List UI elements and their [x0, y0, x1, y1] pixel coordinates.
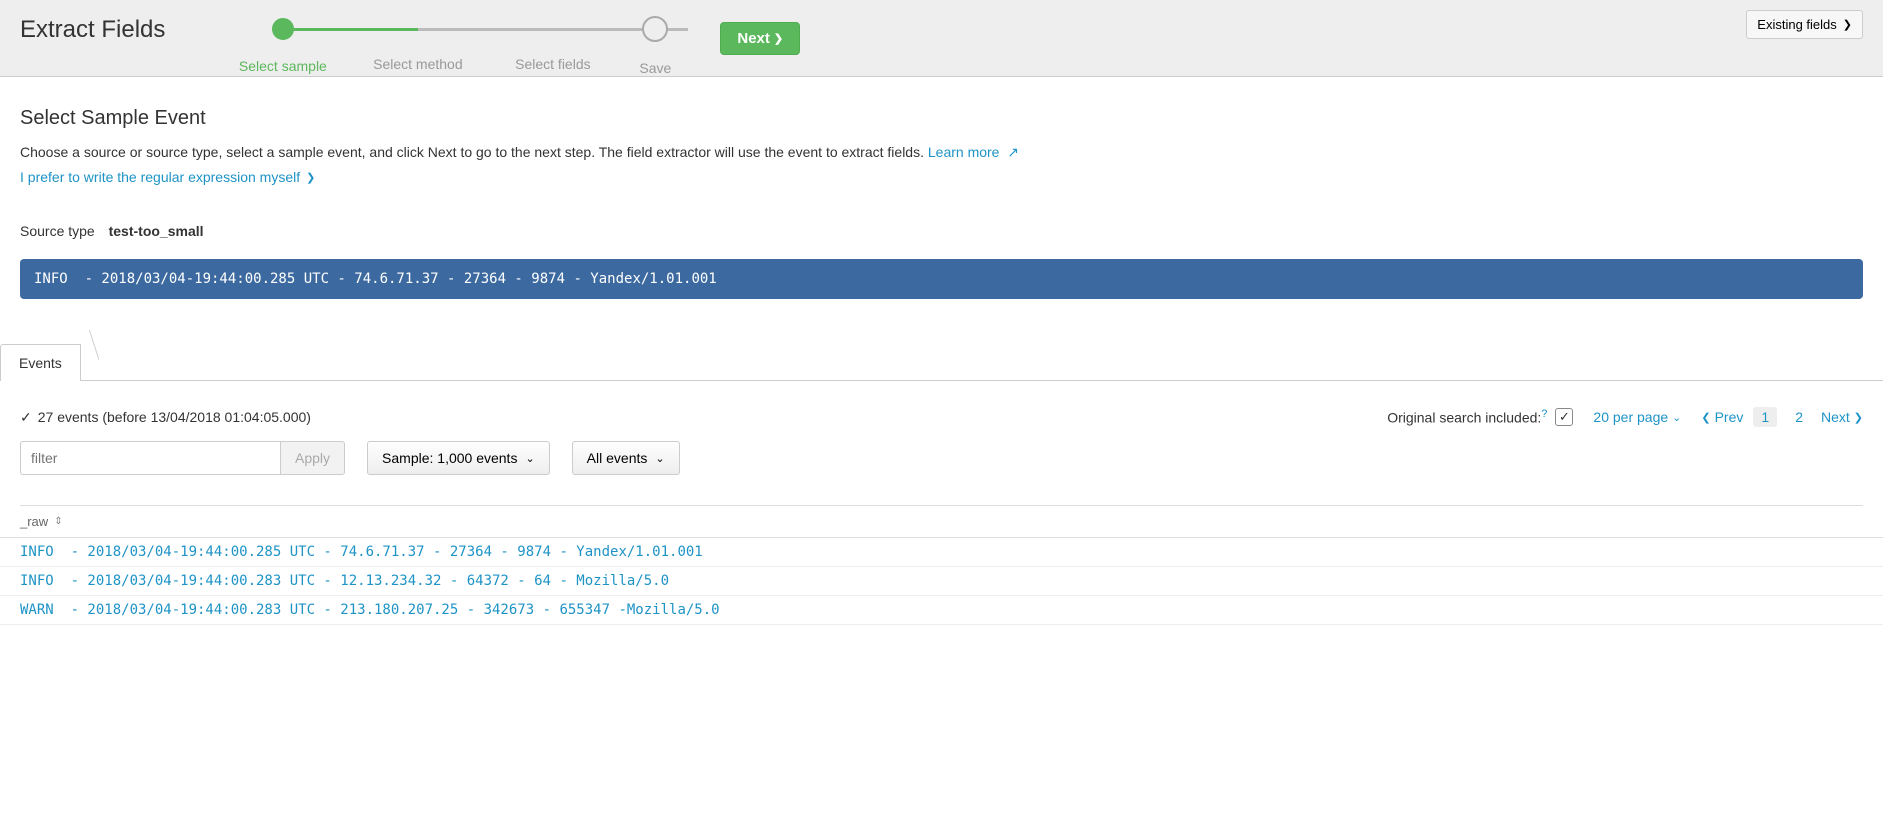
per-page-dropdown[interactable]: 20 per page ⌄: [1593, 409, 1681, 425]
wizard-label: Select fields: [515, 56, 590, 72]
intro-text: Choose a source or source type, select a…: [20, 144, 1863, 161]
source-type-label: Source type: [20, 223, 95, 239]
main-content: Select Sample Event Choose a source or s…: [0, 77, 1883, 381]
wizard-label: Save: [639, 60, 671, 76]
original-search-label: Original search included:?: [1387, 408, 1547, 426]
header-bar: Extract Fields Select sample Select meth…: [0, 0, 1883, 77]
tab-decoration: [81, 330, 99, 368]
chevron-right-icon: ❯: [1854, 411, 1863, 424]
selected-sample-event[interactable]: INFO - 2018/03/04-19:44:00.285 UTC - 74.…: [20, 259, 1863, 299]
help-icon[interactable]: ?: [1541, 408, 1547, 420]
chevron-down-icon: ⌄: [525, 452, 534, 465]
table-row[interactable]: WARN - 2018/03/04-19:44:00.283 UTC - 213…: [0, 596, 1883, 625]
events-top-bar: 27 events (before 13/04/2018 01:04:05.00…: [20, 407, 1863, 427]
chevron-down-icon: ⌄: [655, 452, 664, 465]
checkmark-icon: [20, 409, 32, 426]
pager-page-1[interactable]: 1: [1753, 407, 1777, 427]
tabs: Events: [0, 329, 1883, 381]
page-title: Extract Fields: [20, 10, 165, 64]
source-type-value: test-too_small: [109, 223, 204, 239]
existing-fields-label: Existing fields: [1757, 17, 1836, 32]
all-events-dropdown[interactable]: All events ⌄: [572, 441, 680, 475]
chevron-right-icon: ❯: [774, 32, 783, 45]
events-right-controls: Original search included:? ✓ 20 per page…: [1387, 407, 1863, 427]
sample-dropdown[interactable]: Sample: 1,000 events ⌄: [367, 441, 550, 475]
original-search-group: Original search included:? ✓: [1387, 408, 1573, 426]
events-count: 27 events (before 13/04/2018 01:04:05.00…: [20, 409, 311, 426]
chevron-down-icon: ⌄: [1672, 411, 1681, 424]
apply-button[interactable]: Apply: [280, 441, 345, 475]
sort-icon: ⇕: [54, 516, 62, 527]
filter-input[interactable]: [20, 441, 280, 475]
column-header-raw[interactable]: _raw ⇕: [0, 506, 1883, 538]
pager-next[interactable]: Next ❯: [1821, 409, 1863, 425]
filter-row: Apply Sample: 1,000 events ⌄ All events …: [20, 441, 1863, 475]
chevron-left-icon: ❮: [1701, 411, 1710, 424]
external-link-icon: ↗: [1003, 144, 1019, 160]
section-title: Select Sample Event: [20, 107, 1863, 130]
wizard: Select sample Select method Select field…: [215, 10, 1863, 76]
chevron-right-icon: ❯: [1843, 18, 1852, 31]
events-panel: 27 events (before 13/04/2018 01:04:05.00…: [0, 381, 1883, 625]
table-row[interactable]: INFO - 2018/03/04-19:44:00.283 UTC - 12.…: [0, 567, 1883, 596]
source-type-row: Source type test-too_small: [20, 223, 1863, 239]
next-button-label: Next: [737, 30, 770, 47]
pager: ❮ Prev 1 2 Next ❯: [1701, 407, 1863, 427]
filter-group: Apply: [20, 441, 345, 475]
next-button[interactable]: Next ❯: [720, 22, 800, 55]
wizard-label: Select sample: [239, 58, 327, 74]
table-row[interactable]: INFO - 2018/03/04-19:44:00.285 UTC - 74.…: [0, 538, 1883, 567]
write-regex-link[interactable]: I prefer to write the regular expression…: [20, 169, 1863, 185]
wizard-step-select-sample[interactable]: Select sample: [215, 20, 350, 74]
learn-more-link[interactable]: Learn more ↗: [928, 144, 1019, 160]
original-search-checkbox[interactable]: ✓: [1555, 408, 1573, 426]
chevron-right-icon: ❯: [306, 171, 315, 184]
existing-fields-button[interactable]: Existing fields ❯: [1746, 10, 1863, 39]
wizard-steps: Select sample Select method Select field…: [215, 20, 690, 76]
pager-prev: ❮ Prev: [1701, 409, 1743, 425]
pager-page-2[interactable]: 2: [1787, 407, 1811, 427]
wizard-label: Select method: [373, 56, 463, 72]
tab-events[interactable]: Events: [0, 344, 81, 381]
events-table: _raw ⇕ INFO - 2018/03/04-19:44:00.285 UT…: [20, 505, 1863, 625]
